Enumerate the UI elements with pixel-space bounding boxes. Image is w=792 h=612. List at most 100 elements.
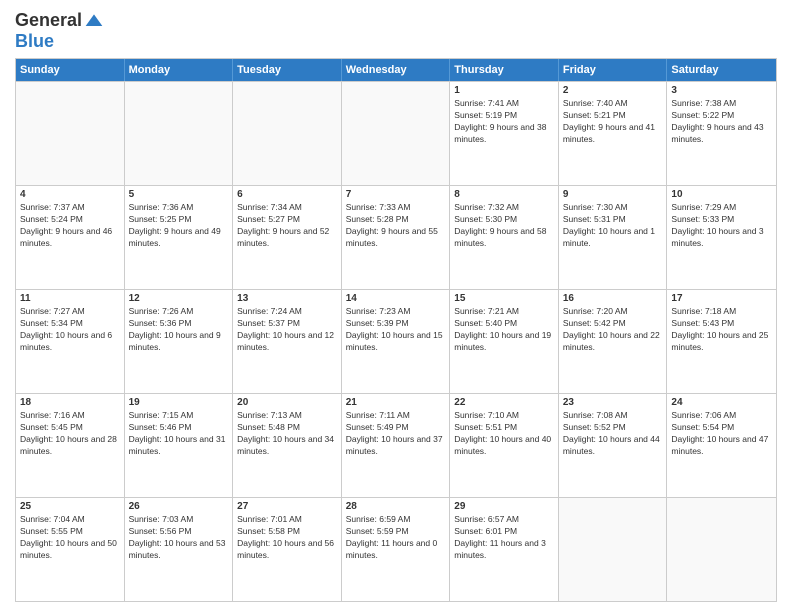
- day-number: 16: [563, 293, 663, 304]
- calendar-cell: 9 Sunrise: 7:30 AM Sunset: 5:31 PM Dayli…: [559, 186, 668, 289]
- cell-info: Sunrise: 7:13 AM Sunset: 5:48 PM Dayligh…: [237, 410, 337, 458]
- calendar-cell: 19 Sunrise: 7:15 AM Sunset: 5:46 PM Dayl…: [125, 394, 234, 497]
- calendar-cell: 13 Sunrise: 7:24 AM Sunset: 5:37 PM Dayl…: [233, 290, 342, 393]
- calendar-cell: 17 Sunrise: 7:18 AM Sunset: 5:43 PM Dayl…: [667, 290, 776, 393]
- calendar-cell: 14 Sunrise: 7:23 AM Sunset: 5:39 PM Dayl…: [342, 290, 451, 393]
- day-number: 27: [237, 501, 337, 512]
- day-number: 9: [563, 189, 663, 200]
- calendar-cell: 1 Sunrise: 7:41 AM Sunset: 5:19 PM Dayli…: [450, 82, 559, 185]
- logo-general-text: General: [15, 10, 82, 31]
- cell-info: Sunrise: 7:27 AM Sunset: 5:34 PM Dayligh…: [20, 306, 120, 354]
- calendar-cell: 7 Sunrise: 7:33 AM Sunset: 5:28 PM Dayli…: [342, 186, 451, 289]
- cell-info: Sunrise: 7:23 AM Sunset: 5:39 PM Dayligh…: [346, 306, 446, 354]
- calendar-cell: 8 Sunrise: 7:32 AM Sunset: 5:30 PM Dayli…: [450, 186, 559, 289]
- cell-info: Sunrise: 7:38 AM Sunset: 5:22 PM Dayligh…: [671, 98, 772, 146]
- cell-info: Sunrise: 7:26 AM Sunset: 5:36 PM Dayligh…: [129, 306, 229, 354]
- calendar-cell: 15 Sunrise: 7:21 AM Sunset: 5:40 PM Dayl…: [450, 290, 559, 393]
- cell-info: Sunrise: 7:04 AM Sunset: 5:55 PM Dayligh…: [20, 514, 120, 562]
- day-number: 20: [237, 397, 337, 408]
- calendar-day-header: Tuesday: [233, 59, 342, 81]
- calendar-week-2: 4 Sunrise: 7:37 AM Sunset: 5:24 PM Dayli…: [16, 185, 776, 289]
- calendar-cell: 6 Sunrise: 7:34 AM Sunset: 5:27 PM Dayli…: [233, 186, 342, 289]
- cell-info: Sunrise: 7:18 AM Sunset: 5:43 PM Dayligh…: [671, 306, 772, 354]
- day-number: 15: [454, 293, 554, 304]
- calendar-cell: 26 Sunrise: 7:03 AM Sunset: 5:56 PM Dayl…: [125, 498, 234, 601]
- calendar: SundayMondayTuesdayWednesdayThursdayFrid…: [15, 58, 777, 602]
- day-number: 2: [563, 85, 663, 96]
- calendar-cell: [667, 498, 776, 601]
- day-number: 14: [346, 293, 446, 304]
- calendar-day-header: Saturday: [667, 59, 776, 81]
- calendar-cell: 20 Sunrise: 7:13 AM Sunset: 5:48 PM Dayl…: [233, 394, 342, 497]
- day-number: 22: [454, 397, 554, 408]
- day-number: 18: [20, 397, 120, 408]
- day-number: 6: [237, 189, 337, 200]
- calendar-cell: [559, 498, 668, 601]
- cell-info: Sunrise: 7:06 AM Sunset: 5:54 PM Dayligh…: [671, 410, 772, 458]
- calendar-cell: 2 Sunrise: 7:40 AM Sunset: 5:21 PM Dayli…: [559, 82, 668, 185]
- calendar-cell: 18 Sunrise: 7:16 AM Sunset: 5:45 PM Dayl…: [16, 394, 125, 497]
- cell-info: Sunrise: 7:41 AM Sunset: 5:19 PM Dayligh…: [454, 98, 554, 146]
- cell-info: Sunrise: 7:20 AM Sunset: 5:42 PM Dayligh…: [563, 306, 663, 354]
- calendar-day-header: Monday: [125, 59, 234, 81]
- calendar-cell: [233, 82, 342, 185]
- cell-info: Sunrise: 7:24 AM Sunset: 5:37 PM Dayligh…: [237, 306, 337, 354]
- cell-info: Sunrise: 7:34 AM Sunset: 5:27 PM Dayligh…: [237, 202, 337, 250]
- day-number: 17: [671, 293, 772, 304]
- cell-info: Sunrise: 7:10 AM Sunset: 5:51 PM Dayligh…: [454, 410, 554, 458]
- calendar-cell: 3 Sunrise: 7:38 AM Sunset: 5:22 PM Dayli…: [667, 82, 776, 185]
- day-number: 5: [129, 189, 229, 200]
- day-number: 1: [454, 85, 554, 96]
- calendar-cell: 5 Sunrise: 7:36 AM Sunset: 5:25 PM Dayli…: [125, 186, 234, 289]
- calendar-cell: 22 Sunrise: 7:10 AM Sunset: 5:51 PM Dayl…: [450, 394, 559, 497]
- day-number: 24: [671, 397, 772, 408]
- logo-icon: [84, 11, 104, 31]
- day-number: 29: [454, 501, 554, 512]
- cell-info: Sunrise: 7:37 AM Sunset: 5:24 PM Dayligh…: [20, 202, 120, 250]
- calendar-body: 1 Sunrise: 7:41 AM Sunset: 5:19 PM Dayli…: [16, 81, 776, 601]
- cell-info: Sunrise: 7:01 AM Sunset: 5:58 PM Dayligh…: [237, 514, 337, 562]
- cell-info: Sunrise: 7:30 AM Sunset: 5:31 PM Dayligh…: [563, 202, 663, 250]
- logo-blue-text: Blue: [15, 31, 54, 52]
- calendar-cell: 16 Sunrise: 7:20 AM Sunset: 5:42 PM Dayl…: [559, 290, 668, 393]
- cell-info: Sunrise: 7:08 AM Sunset: 5:52 PM Dayligh…: [563, 410, 663, 458]
- calendar-cell: 4 Sunrise: 7:37 AM Sunset: 5:24 PM Dayli…: [16, 186, 125, 289]
- calendar-day-header: Thursday: [450, 59, 559, 81]
- page-header: General Blue: [15, 10, 777, 52]
- cell-info: Sunrise: 7:16 AM Sunset: 5:45 PM Dayligh…: [20, 410, 120, 458]
- cell-info: Sunrise: 7:11 AM Sunset: 5:49 PM Dayligh…: [346, 410, 446, 458]
- calendar-cell: [125, 82, 234, 185]
- day-number: 11: [20, 293, 120, 304]
- cell-info: Sunrise: 7:33 AM Sunset: 5:28 PM Dayligh…: [346, 202, 446, 250]
- calendar-cell: 24 Sunrise: 7:06 AM Sunset: 5:54 PM Dayl…: [667, 394, 776, 497]
- calendar-day-header: Wednesday: [342, 59, 451, 81]
- day-number: 21: [346, 397, 446, 408]
- day-number: 26: [129, 501, 229, 512]
- cell-info: Sunrise: 7:21 AM Sunset: 5:40 PM Dayligh…: [454, 306, 554, 354]
- day-number: 25: [20, 501, 120, 512]
- calendar-week-5: 25 Sunrise: 7:04 AM Sunset: 5:55 PM Dayl…: [16, 497, 776, 601]
- day-number: 23: [563, 397, 663, 408]
- calendar-cell: 27 Sunrise: 7:01 AM Sunset: 5:58 PM Dayl…: [233, 498, 342, 601]
- day-number: 28: [346, 501, 446, 512]
- calendar-cell: 23 Sunrise: 7:08 AM Sunset: 5:52 PM Dayl…: [559, 394, 668, 497]
- calendar-cell: [16, 82, 125, 185]
- cell-info: Sunrise: 7:03 AM Sunset: 5:56 PM Dayligh…: [129, 514, 229, 562]
- day-number: 13: [237, 293, 337, 304]
- logo: General Blue: [15, 10, 104, 52]
- calendar-week-1: 1 Sunrise: 7:41 AM Sunset: 5:19 PM Dayli…: [16, 81, 776, 185]
- cell-info: Sunrise: 7:32 AM Sunset: 5:30 PM Dayligh…: [454, 202, 554, 250]
- calendar-week-4: 18 Sunrise: 7:16 AM Sunset: 5:45 PM Dayl…: [16, 393, 776, 497]
- day-number: 4: [20, 189, 120, 200]
- cell-info: Sunrise: 6:57 AM Sunset: 6:01 PM Dayligh…: [454, 514, 554, 562]
- day-number: 19: [129, 397, 229, 408]
- calendar-day-header: Sunday: [16, 59, 125, 81]
- calendar-cell: 28 Sunrise: 6:59 AM Sunset: 5:59 PM Dayl…: [342, 498, 451, 601]
- calendar-cell: 12 Sunrise: 7:26 AM Sunset: 5:36 PM Dayl…: [125, 290, 234, 393]
- cell-info: Sunrise: 7:15 AM Sunset: 5:46 PM Dayligh…: [129, 410, 229, 458]
- calendar-cell: 29 Sunrise: 6:57 AM Sunset: 6:01 PM Dayl…: [450, 498, 559, 601]
- day-number: 7: [346, 189, 446, 200]
- day-number: 10: [671, 189, 772, 200]
- cell-info: Sunrise: 6:59 AM Sunset: 5:59 PM Dayligh…: [346, 514, 446, 562]
- calendar-cell: [342, 82, 451, 185]
